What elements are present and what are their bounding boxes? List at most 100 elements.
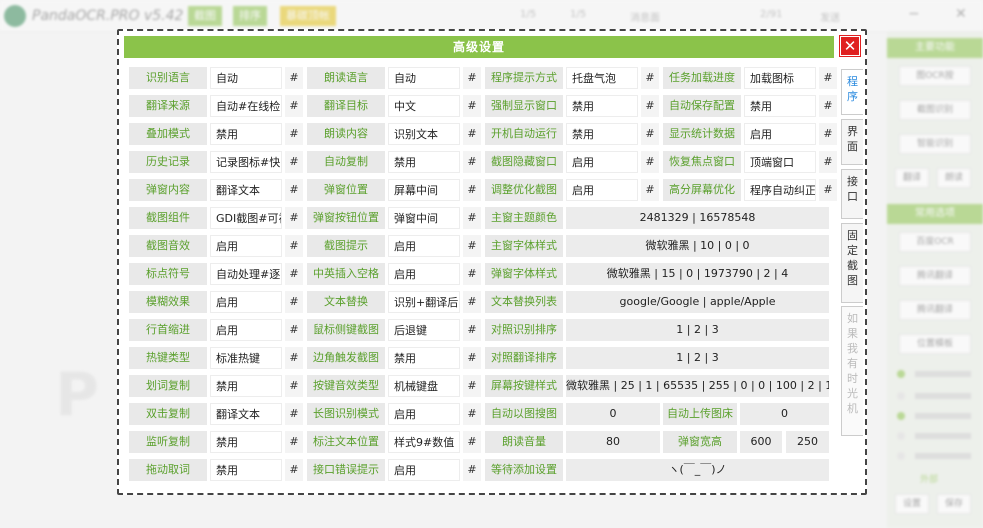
rp-half-2[interactable]: 朗读 <box>937 168 971 188</box>
hash-button[interactable]: # <box>463 235 481 257</box>
hash-button[interactable]: # <box>285 207 303 229</box>
setting-r3c3-value[interactable]: 顶端窗口 <box>744 151 816 173</box>
rp-button-3[interactable]: 智能识别 <box>899 134 971 154</box>
setting-r5c0-value[interactable]: GDI截图#可视 <box>210 207 282 229</box>
hash-button[interactable]: # <box>285 319 303 341</box>
hash-button[interactable]: # <box>463 459 481 481</box>
rp-radio-2[interactable] <box>897 392 905 400</box>
hash-button[interactable]: # <box>285 375 303 397</box>
hash-button[interactable]: # <box>463 179 481 201</box>
tab-pin-screenshot[interactable]: 固 定 截 图 <box>841 223 863 303</box>
rp-radio-1[interactable] <box>897 370 905 378</box>
setting-r7c2-wide-value[interactable]: 微软雅黑 | 15 | 0 | 1973790 | 2 | 4 <box>566 263 829 285</box>
setting-r1c0-value[interactable]: 自动#在线检 <box>210 95 282 117</box>
hash-button[interactable]: # <box>641 179 659 201</box>
rp-radio-5[interactable] <box>897 452 905 460</box>
minimize-button[interactable]: − <box>908 6 920 22</box>
setting-r2c1-value[interactable]: 识别文本 <box>388 123 460 145</box>
setting-r8c1-value[interactable]: 识别+翻译后 <box>388 291 460 313</box>
top-button-3[interactable]: 暴碳顶帐 <box>280 6 336 26</box>
setting-r9c2-wide-value[interactable]: 1 | 2 | 3 <box>566 319 829 341</box>
tab-program[interactable]: 程 序 <box>841 69 863 115</box>
hash-button[interactable]: # <box>463 67 481 89</box>
setting-r8c0-value[interactable]: 启用 <box>210 291 282 313</box>
setting-r14c0-value[interactable]: 禁用 <box>210 459 282 481</box>
rp-button-2[interactable]: 截图识别 <box>899 100 971 120</box>
read-volume-value[interactable]: 80 <box>566 431 660 453</box>
rp-radio-3[interactable] <box>897 412 905 420</box>
setting-r3c1-value[interactable]: 禁用 <box>388 151 460 173</box>
hash-button[interactable]: # <box>463 123 481 145</box>
hash-button[interactable]: # <box>463 95 481 117</box>
hash-button[interactable]: # <box>819 123 837 145</box>
setting-r5c1-value[interactable]: 弹窗中间 <box>388 207 460 229</box>
hash-button[interactable]: # <box>463 263 481 285</box>
setting-r2c2-value[interactable]: 禁用 <box>566 123 638 145</box>
app-close-button[interactable]: ✕ <box>955 6 967 22</box>
setting-r1c3-value[interactable]: 禁用 <box>744 95 816 117</box>
rp-button-5[interactable]: 腾讯翻译 <box>899 266 971 286</box>
rp-radio-4[interactable] <box>897 432 905 440</box>
hash-button[interactable]: # <box>463 403 481 425</box>
rp-half-1[interactable]: 翻译 <box>895 168 929 188</box>
auto-upload-value[interactable]: 0 <box>740 403 829 425</box>
setting-r10c0-value[interactable]: 标准热键 <box>210 347 282 369</box>
hash-button[interactable]: # <box>641 123 659 145</box>
tab-time-machine[interactable]: 如 果 我 有 时 光 机 <box>841 306 863 436</box>
setting-r2c3-value[interactable]: 启用 <box>744 123 816 145</box>
dialog-close-button[interactable]: ✕ <box>839 35 861 57</box>
rp-button-7[interactable]: 位置模板 <box>899 334 971 354</box>
setting-r13c1-value[interactable]: 样式9#数值 <box>388 431 460 453</box>
setting-r11c1-value[interactable]: 机械键盘 <box>388 375 460 397</box>
popup-width-value[interactable]: 600 <box>740 431 782 453</box>
hash-button[interactable]: # <box>285 347 303 369</box>
auto-image-search-value[interactable]: 0 <box>566 403 660 425</box>
setting-r3c2-value[interactable]: 启用 <box>566 151 638 173</box>
setting-r9c1-value[interactable]: 后退键 <box>388 319 460 341</box>
setting-r0c2-value[interactable]: 托盘气泡 <box>566 67 638 89</box>
setting-r6c1-value[interactable]: 启用 <box>388 235 460 257</box>
setting-r13c0-value[interactable]: 禁用 <box>210 431 282 453</box>
pending-settings-value[interactable]: ヽ(￣_￣)ノ <box>566 459 829 481</box>
hash-button[interactable]: # <box>285 235 303 257</box>
hash-button[interactable]: # <box>285 151 303 173</box>
hash-button[interactable]: # <box>641 151 659 173</box>
hash-button[interactable]: # <box>463 375 481 397</box>
rp-button-6[interactable]: 腾讯翻译 <box>899 300 971 320</box>
hash-button[interactable]: # <box>819 151 837 173</box>
setting-r12c0-value[interactable]: 翻译文本 <box>210 403 282 425</box>
rp-half-3[interactable]: 设置 <box>895 494 929 514</box>
hash-button[interactable]: # <box>819 95 837 117</box>
setting-r12c1-value[interactable]: 启用 <box>388 403 460 425</box>
hash-button[interactable]: # <box>819 67 837 89</box>
hash-button[interactable]: # <box>285 403 303 425</box>
setting-r6c0-value[interactable]: 启用 <box>210 235 282 257</box>
hash-button[interactable]: # <box>641 95 659 117</box>
setting-r4c1-value[interactable]: 屏幕中间 <box>388 179 460 201</box>
top-button-2[interactable]: 排序 <box>233 6 267 26</box>
rp-button-4[interactable]: 百度OCR <box>899 232 971 252</box>
setting-r0c0-value[interactable]: 自动 <box>210 67 282 89</box>
setting-r7c0-value[interactable]: 自动处理#逐 <box>210 263 282 285</box>
hash-button[interactable]: # <box>285 263 303 285</box>
hash-button[interactable]: # <box>463 347 481 369</box>
popup-height-value[interactable]: 250 <box>786 431 829 453</box>
hash-button[interactable]: # <box>285 431 303 453</box>
hash-button[interactable]: # <box>463 151 481 173</box>
hash-button[interactable]: # <box>463 291 481 313</box>
hash-button[interactable]: # <box>285 459 303 481</box>
tab-api[interactable]: 接 口 <box>841 169 863 219</box>
setting-r9c0-value[interactable]: 启用 <box>210 319 282 341</box>
hash-button[interactable]: # <box>285 123 303 145</box>
setting-r3c0-value[interactable]: 记录图标#快 <box>210 151 282 173</box>
setting-r2c0-value[interactable]: 禁用 <box>210 123 282 145</box>
top-button-1[interactable]: 截图 <box>188 6 222 26</box>
setting-r0c1-value[interactable]: 自动 <box>388 67 460 89</box>
hash-button[interactable]: # <box>641 67 659 89</box>
hash-button[interactable]: # <box>819 179 837 201</box>
rp-half-4[interactable]: 保存 <box>937 494 971 514</box>
setting-r10c1-value[interactable]: 禁用 <box>388 347 460 369</box>
setting-r5c2-wide-value[interactable]: 2481329 | 16578548 <box>566 207 829 229</box>
setting-r11c2-wide-value[interactable]: 微软雅黑 | 25 | 1 | 65535 | 255 | 0 | 0 | 10… <box>566 375 829 397</box>
setting-r4c3-value[interactable]: 程序自动纠正 <box>744 179 816 201</box>
